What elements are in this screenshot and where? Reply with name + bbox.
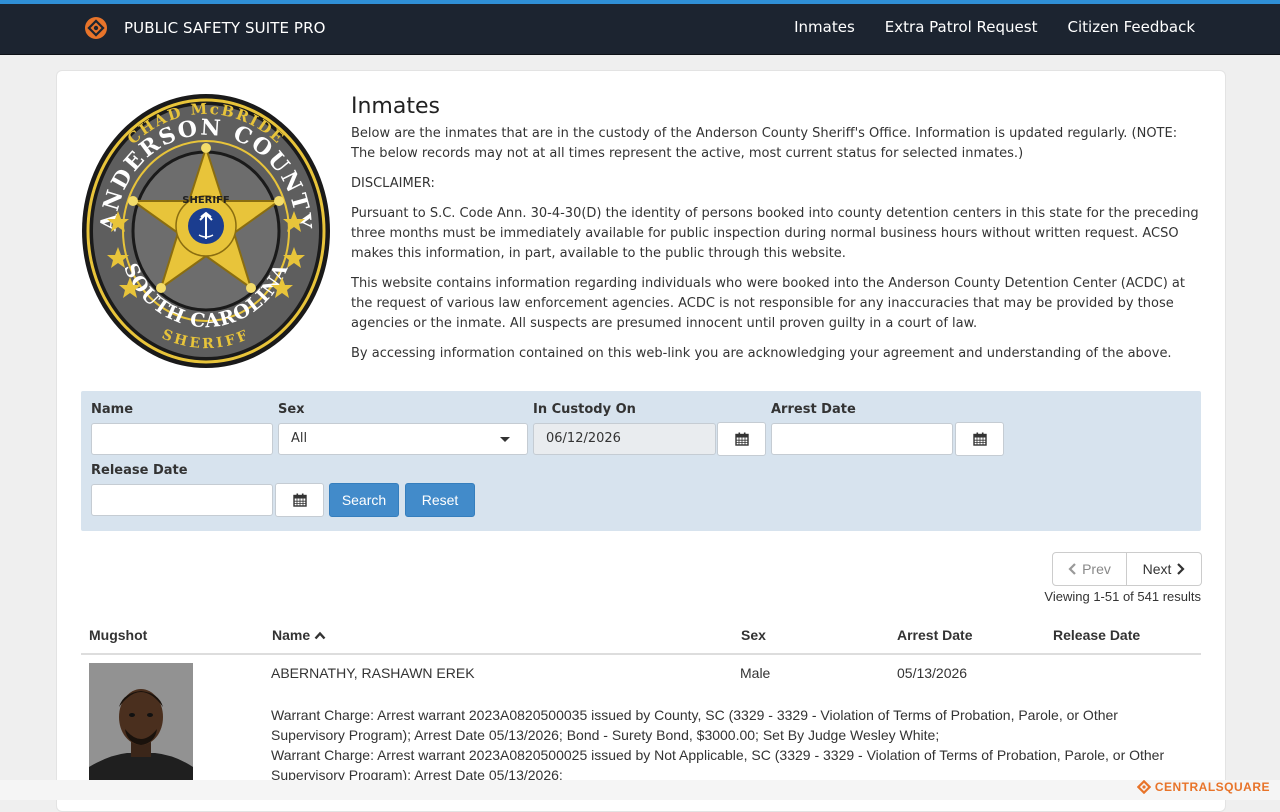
nav-extra-patrol-request[interactable]: Extra Patrol Request xyxy=(885,18,1038,36)
name-input[interactable] xyxy=(91,423,273,455)
prev-button[interactable]: Prev xyxy=(1052,552,1127,586)
nav-citizen-feedback[interactable]: Citizen Feedback xyxy=(1068,18,1196,36)
navbar: PUBLIC SAFETY SUITE PRO Inmates Extra Pa… xyxy=(0,4,1280,55)
inmate-sex: Male xyxy=(740,665,771,681)
brand-name: PUBLIC SAFETY SUITE PRO xyxy=(124,19,326,37)
column-header-release-date: Release Date xyxy=(1053,627,1141,643)
intro-paragraph-4: By accessing information contained on th… xyxy=(351,346,1172,361)
nav-links: Inmates Extra Patrol Request Citizen Fee… xyxy=(764,18,1195,36)
search-filters-panel: Name Sex All In Custody On 06/12/2026 Ar… xyxy=(81,391,1201,531)
charge-line: Warrant Charge: Arrest warrant 2023A0820… xyxy=(271,707,1118,743)
centralsquare-logo[interactable]: CENTRALSQUARE xyxy=(1136,780,1270,794)
inmate-name: ABERNATHY, RASHAWN EREK xyxy=(271,665,475,681)
sheriff-seal-logo: CHAD McBRIDE ANDERSON COUNTY SOUTH CAROL… xyxy=(82,94,330,368)
results-count: Viewing 1-51 of 541 results xyxy=(1044,589,1201,604)
sex-select[interactable]: All xyxy=(278,423,528,455)
inmate-arrest-date: 05/13/2026 xyxy=(897,665,968,681)
footer-bar xyxy=(0,780,1280,800)
brand[interactable]: PUBLIC SAFETY SUITE PRO xyxy=(84,16,326,40)
column-header-name[interactable]: Name xyxy=(272,627,326,643)
svg-text:SHERIFF: SHERIFF xyxy=(182,195,230,206)
sex-label: Sex xyxy=(278,402,305,417)
column-header-sex: Sex xyxy=(741,627,766,643)
intro-paragraph-2: Pursuant to S.C. Code Ann. 30-4-30(D) th… xyxy=(351,206,1199,261)
sex-select-value: All xyxy=(291,431,308,446)
intro-paragraph-1: Below are the inmates that are in the cu… xyxy=(351,126,1178,161)
column-header-mugshot: Mugshot xyxy=(89,627,148,643)
release-date-input[interactable] xyxy=(91,484,273,516)
chevron-left-icon xyxy=(1068,563,1076,575)
mugshot-image[interactable] xyxy=(89,663,193,783)
prev-label: Prev xyxy=(1082,561,1111,577)
in-custody-calendar-button[interactable] xyxy=(717,422,766,456)
pagination: Prev Next xyxy=(1052,552,1202,586)
brand-logo-icon xyxy=(85,17,107,39)
inmate-charges: Warrant Charge: Arrest warrant 2023A0820… xyxy=(271,705,1186,785)
centralsquare-wordmark: CENTRALSQUARE xyxy=(1154,780,1270,794)
column-header-arrest-date: Arrest Date xyxy=(897,627,973,643)
arrest-date-calendar-button[interactable] xyxy=(955,422,1004,456)
release-date-label: Release Date xyxy=(91,463,188,478)
calendar-icon xyxy=(292,493,307,507)
calendar-icon xyxy=(734,432,749,446)
nav-inmates[interactable]: Inmates xyxy=(794,18,855,36)
table-header: Mugshot Name Sex Arrest Date Release Dat… xyxy=(81,623,1201,655)
disclaimer-heading: DISCLAIMER: xyxy=(351,176,435,191)
reset-button[interactable]: Reset xyxy=(405,483,475,517)
centralsquare-icon xyxy=(1136,780,1151,794)
intro-section: Inmates Below are the inmates that are i… xyxy=(351,94,1203,374)
sort-ascending-icon xyxy=(314,631,326,640)
in-custody-label: In Custody On xyxy=(533,402,636,417)
next-label: Next xyxy=(1142,561,1172,577)
arrest-date-label: Arrest Date xyxy=(771,402,856,417)
search-button[interactable]: Search xyxy=(329,483,399,517)
intro-paragraph-3: This website contains information regard… xyxy=(351,276,1185,331)
calendar-icon xyxy=(972,432,987,446)
chevron-down-icon xyxy=(500,437,510,442)
arrest-date-input[interactable] xyxy=(771,423,953,455)
in-custody-input[interactable]: 06/12/2026 xyxy=(533,423,716,455)
next-button[interactable]: Next xyxy=(1127,552,1202,586)
charge-line: Warrant Charge: Arrest warrant 2023A0820… xyxy=(271,747,1165,783)
release-date-calendar-button[interactable] xyxy=(275,483,324,517)
name-label: Name xyxy=(91,402,134,417)
main-card: CHAD McBRIDE ANDERSON COUNTY SOUTH CAROL… xyxy=(56,70,1226,812)
chevron-right-icon xyxy=(1177,563,1185,575)
page-title: Inmates xyxy=(351,94,440,119)
